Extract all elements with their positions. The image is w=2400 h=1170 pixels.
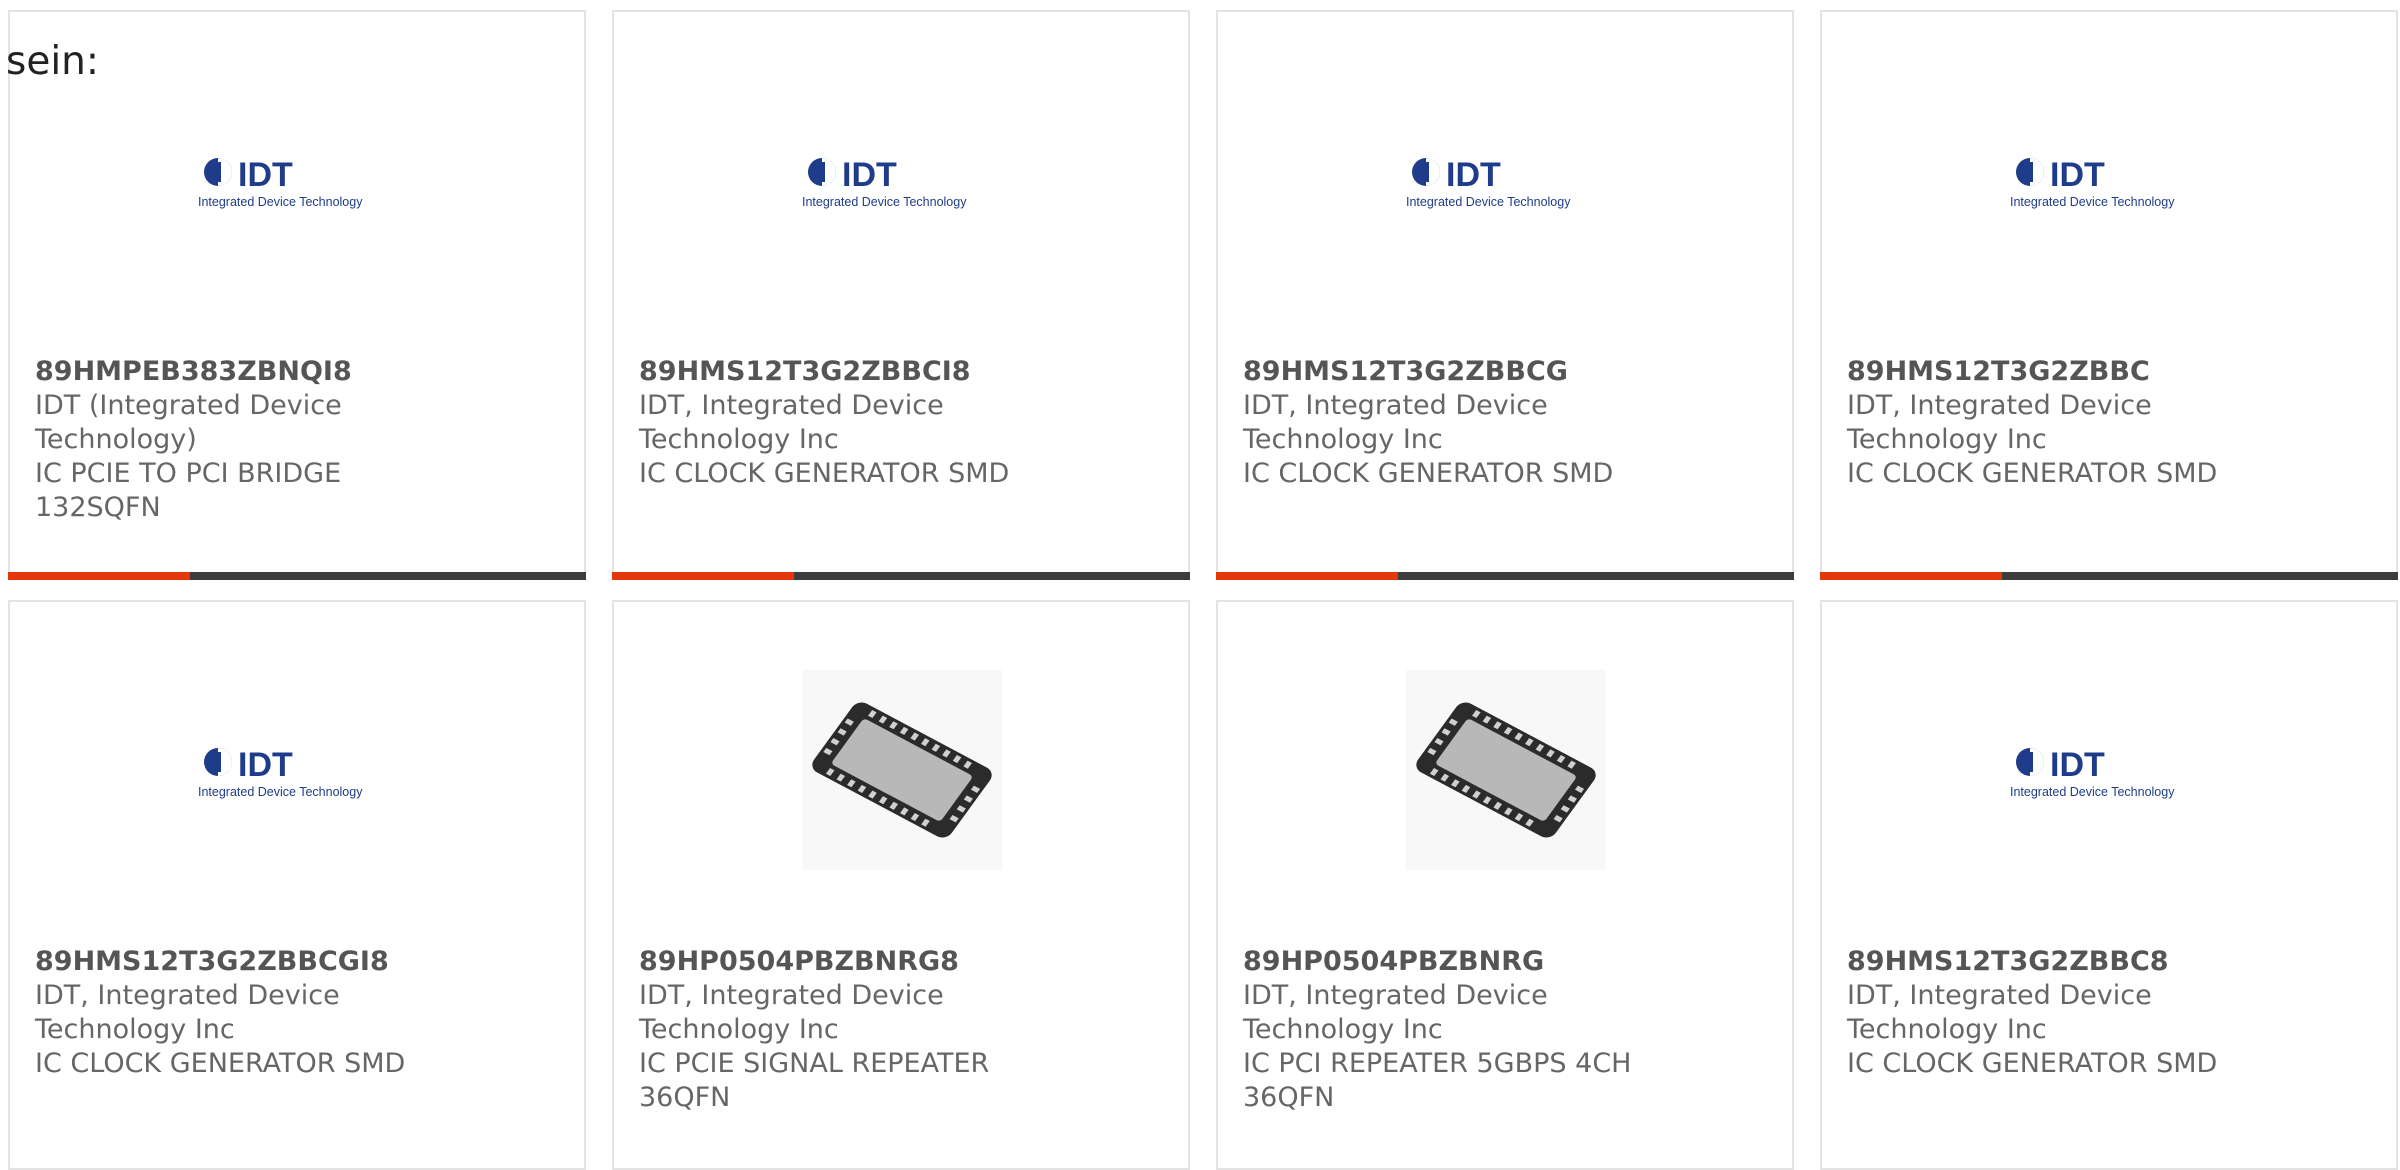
idt-logo-icon: IDT Integrated Device Technology <box>198 156 363 209</box>
manufacturer: IDT, Integrated Device Technology Inc <box>35 980 340 1045</box>
description: IC CLOCK GENERATOR SMD <box>1847 1048 2218 1079</box>
svg-text:IDT: IDT <box>238 156 293 194</box>
part-number-link[interactable]: 89HMS12T3G2ZBBCGI8 <box>35 945 465 979</box>
svg-text:Integrated Device Technology: Integrated Device Technology <box>2010 785 2175 799</box>
product-card[interactable]: 89HP0504PBZBNRG IDT, Integrated Device T… <box>1216 600 1794 1170</box>
part-number-link[interactable]: 89HMS12T3G2ZBBC8 <box>1847 945 2277 979</box>
manufacturer: IDT (Integrated Device Technology) <box>35 390 342 455</box>
card-bar-accent <box>1820 572 2002 580</box>
product-image[interactable]: IDT Integrated Device Technology <box>802 80 1002 280</box>
idt-logo-icon: IDT Integrated Device Technology <box>2010 156 2175 209</box>
manufacturer: IDT, Integrated Device Technology Inc <box>1243 980 1548 1045</box>
svg-text:IDT: IDT <box>1446 156 1501 194</box>
description: IC CLOCK GENERATOR SMD <box>639 458 1010 489</box>
svg-text:Integrated Device Technology: Integrated Device Technology <box>2010 195 2175 209</box>
idt-logo-icon: IDT Integrated Device Technology <box>1406 156 1571 209</box>
part-number-link[interactable]: 89HMPEB383ZBNQI8 <box>35 355 465 389</box>
product-card[interactable]: IDT Integrated Device Technology 89HMPEB… <box>8 10 586 580</box>
card-bar-accent <box>8 572 190 580</box>
card-bar-accent <box>612 572 794 580</box>
product-image[interactable]: IDT Integrated Device Technology <box>198 670 398 870</box>
description: IC CLOCK GENERATOR SMD <box>1847 458 2218 489</box>
qfn-chip-icon <box>812 702 992 838</box>
manufacturer: IDT, Integrated Device Technology Inc <box>639 980 944 1045</box>
description: IC PCIE SIGNAL REPEATER 36QFN <box>639 1048 990 1113</box>
manufacturer: IDT, Integrated Device Technology Inc <box>1243 390 1548 455</box>
product-card[interactable]: IDT Integrated Device Technology 89HMS12… <box>8 600 586 1170</box>
svg-text:Integrated Device Technology: Integrated Device Technology <box>1406 195 1571 209</box>
idt-logo-icon: IDT Integrated Device Technology <box>802 156 967 209</box>
card-bar <box>1216 572 1794 580</box>
idt-logo-icon: IDT Integrated Device Technology <box>198 746 363 799</box>
manufacturer: IDT, Integrated Device Technology Inc <box>1847 980 2152 1045</box>
idt-logo-icon: IDT Integrated Device Technology <box>2010 746 2175 799</box>
description: IC PCI REPEATER 5GBPS 4CH 36QFN <box>1243 1048 1632 1113</box>
part-number-link[interactable]: 89HMS12T3G2ZBBCI8 <box>639 355 1069 389</box>
product-card[interactable]: 89HP0504PBZBNRG8 IDT, Integrated Device … <box>612 600 1190 1170</box>
product-card[interactable]: IDT Integrated Device Technology 89HMS12… <box>1216 10 1794 580</box>
svg-text:Integrated Device Technology: Integrated Device Technology <box>198 195 363 209</box>
product-card[interactable]: IDT Integrated Device Technology 89HMS12… <box>612 10 1190 580</box>
intro-text: sein: <box>6 39 100 84</box>
product-image[interactable]: IDT Integrated Device Technology <box>2010 80 2210 280</box>
qfn-chip-icon <box>1416 702 1596 838</box>
product-image[interactable] <box>802 670 1002 870</box>
description: IC CLOCK GENERATOR SMD <box>35 1048 406 1079</box>
product-image[interactable]: IDT Integrated Device Technology <box>1406 80 1606 280</box>
product-image[interactable]: IDT Integrated Device Technology <box>198 80 398 280</box>
description: IC PCIE TO PCI BRIDGE 132SQFN <box>35 458 342 523</box>
part-number-link[interactable]: 89HMS12T3G2ZBBCG <box>1243 355 1673 389</box>
part-number-link[interactable]: 89HP0504PBZBNRG8 <box>639 945 1069 979</box>
card-bar <box>1820 572 2398 580</box>
part-number-link[interactable]: 89HP0504PBZBNRG <box>1243 945 1673 979</box>
svg-text:IDT: IDT <box>2050 156 2105 194</box>
product-image[interactable] <box>1406 670 1606 870</box>
svg-text:IDT: IDT <box>238 746 293 784</box>
card-bar <box>612 572 1190 580</box>
manufacturer: IDT, Integrated Device Technology Inc <box>1847 390 2152 455</box>
description: IC CLOCK GENERATOR SMD <box>1243 458 1614 489</box>
product-image[interactable]: IDT Integrated Device Technology <box>2010 670 2210 870</box>
svg-text:Integrated Device Technology: Integrated Device Technology <box>198 785 363 799</box>
card-bar-accent <box>1216 572 1398 580</box>
card-bar <box>8 572 586 580</box>
svg-text:IDT: IDT <box>842 156 897 194</box>
svg-text:IDT: IDT <box>2050 746 2105 784</box>
svg-text:Integrated Device Technology: Integrated Device Technology <box>802 195 967 209</box>
part-number-link[interactable]: 89HMS12T3G2ZBBC <box>1847 355 2277 389</box>
product-card[interactable]: IDT Integrated Device Technology 89HMS12… <box>1820 600 2398 1170</box>
product-card[interactable]: IDT Integrated Device Technology 89HMS12… <box>1820 10 2398 580</box>
manufacturer: IDT, Integrated Device Technology Inc <box>639 390 944 455</box>
